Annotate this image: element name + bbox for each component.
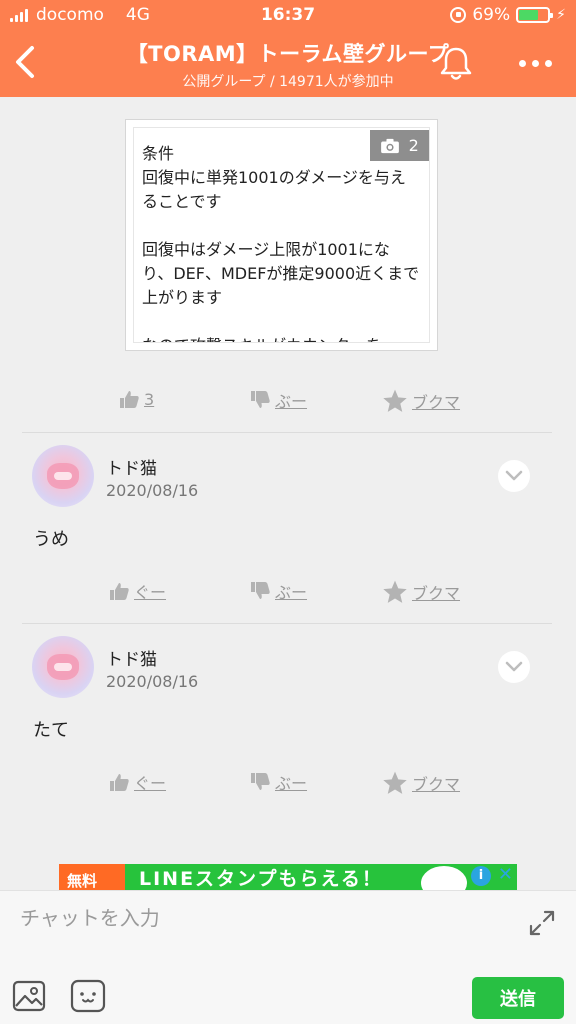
comment-menu-button[interactable] — [498, 460, 530, 492]
dot-icon — [544, 59, 552, 67]
bookmark-label: ブクマ — [412, 584, 461, 603]
boo-button[interactable]: ぶー — [249, 770, 307, 794]
boo-button[interactable]: ぶー — [249, 388, 307, 412]
ad-info-icon[interactable]: i — [471, 866, 491, 886]
ad-tag: 無料 — [59, 864, 125, 890]
notification-button[interactable] — [438, 44, 474, 82]
thumbs-up-icon — [110, 583, 129, 600]
boo-button[interactable]: ぶー — [249, 579, 307, 603]
ad-banner[interactable]: 無料 LINEスタンプもらえる！ i ✕ — [59, 864, 517, 890]
comment-body: たて — [33, 720, 69, 741]
chat-input-bar: 送信 — [0, 890, 576, 1024]
comment-author[interactable]: トド猫 — [106, 454, 157, 479]
expand-icon — [529, 910, 555, 936]
camera-icon — [381, 138, 400, 153]
thumbs-down-icon — [251, 773, 270, 790]
sticker-icon — [70, 979, 106, 1013]
post-image-card[interactable]: 条件 回復中に単発1001のダメージを与えることです 回復中はダメージ上限が10… — [125, 119, 438, 351]
bookmark-button[interactable]: ブクマ — [382, 770, 460, 796]
dot-icon — [518, 59, 526, 67]
ad-close-icon[interactable]: ✕ — [498, 864, 513, 885]
expand-button[interactable] — [527, 908, 557, 938]
good-count: 3 — [144, 389, 155, 409]
bell-icon — [440, 47, 472, 80]
thumbs-up-icon — [120, 391, 139, 408]
boo-label: ぶー — [275, 774, 308, 793]
charging-icon: ⚡ — [556, 7, 566, 23]
comment-date: 2020/08/16 — [106, 481, 199, 500]
post-reactions: 3 ぶー ブクマ — [0, 388, 576, 418]
chevron-down-icon — [505, 661, 523, 672]
avatar[interactable] — [32, 445, 94, 507]
photo-count-badge: 2 — [370, 130, 429, 161]
page-title: 【TORAM】トーラム壁グループ — [126, 42, 450, 66]
group-subtitle: 公開グループ / 14971人が参加中 — [182, 74, 394, 90]
comment-author[interactable]: トド猫 — [106, 645, 157, 670]
good-label: ぐー — [134, 774, 167, 793]
chat-input[interactable] — [0, 891, 520, 945]
good-button[interactable]: 3 — [118, 388, 154, 410]
battery-percent: 69% — [472, 5, 511, 25]
comment-menu-button[interactable] — [498, 651, 530, 683]
app-header: docomo 4G 16:37 69% ⚡ 【TORAM】トーラム壁グループ 公… — [0, 0, 576, 97]
boo-label: ぶー — [275, 583, 308, 602]
bookmark-button[interactable]: ブクマ — [382, 388, 460, 414]
comment-reactions: ぐー ぶー ブクマ — [0, 579, 576, 609]
dot-icon — [531, 59, 539, 67]
bookmark-label: ブクマ — [412, 775, 461, 794]
boo-label: ぶー — [275, 392, 308, 411]
avatar[interactable] — [32, 636, 94, 698]
thumbs-down-icon — [251, 582, 270, 599]
divider — [22, 623, 552, 624]
image-attach-button[interactable] — [12, 980, 46, 1012]
status-bar: docomo 4G 16:37 69% ⚡ — [0, 0, 576, 30]
sticker-button[interactable] — [70, 979, 106, 1013]
comment-date: 2020/08/16 — [106, 672, 199, 691]
image-icon — [12, 980, 46, 1012]
star-icon — [383, 580, 407, 603]
divider — [22, 432, 552, 433]
rotation-lock-icon — [450, 7, 467, 23]
good-button[interactable]: ぐー — [108, 579, 166, 603]
ad-text: LINEスタンプもらえる！ — [139, 868, 383, 890]
battery-icon — [516, 7, 554, 23]
nav-bar: 【TORAM】トーラム壁グループ 公開グループ / 14971人が参加中 — [0, 30, 576, 97]
star-icon — [383, 389, 407, 412]
comment-reactions: ぐー ぶー ブクマ — [0, 770, 576, 800]
more-menu-button[interactable] — [510, 48, 560, 78]
good-button[interactable]: ぐー — [108, 770, 166, 794]
bookmark-button[interactable]: ブクマ — [382, 579, 460, 605]
thumbs-down-icon — [251, 391, 270, 408]
chevron-down-icon — [505, 470, 523, 481]
good-label: ぐー — [134, 583, 167, 602]
send-button[interactable]: 送信 — [472, 977, 564, 1019]
photo-count: 2 — [408, 136, 419, 155]
bookmark-label: ブクマ — [412, 393, 461, 412]
comment-body: うめ — [33, 529, 69, 550]
ad-mascot-image — [421, 866, 467, 890]
thumbs-up-icon — [110, 774, 129, 791]
star-icon — [383, 771, 407, 794]
